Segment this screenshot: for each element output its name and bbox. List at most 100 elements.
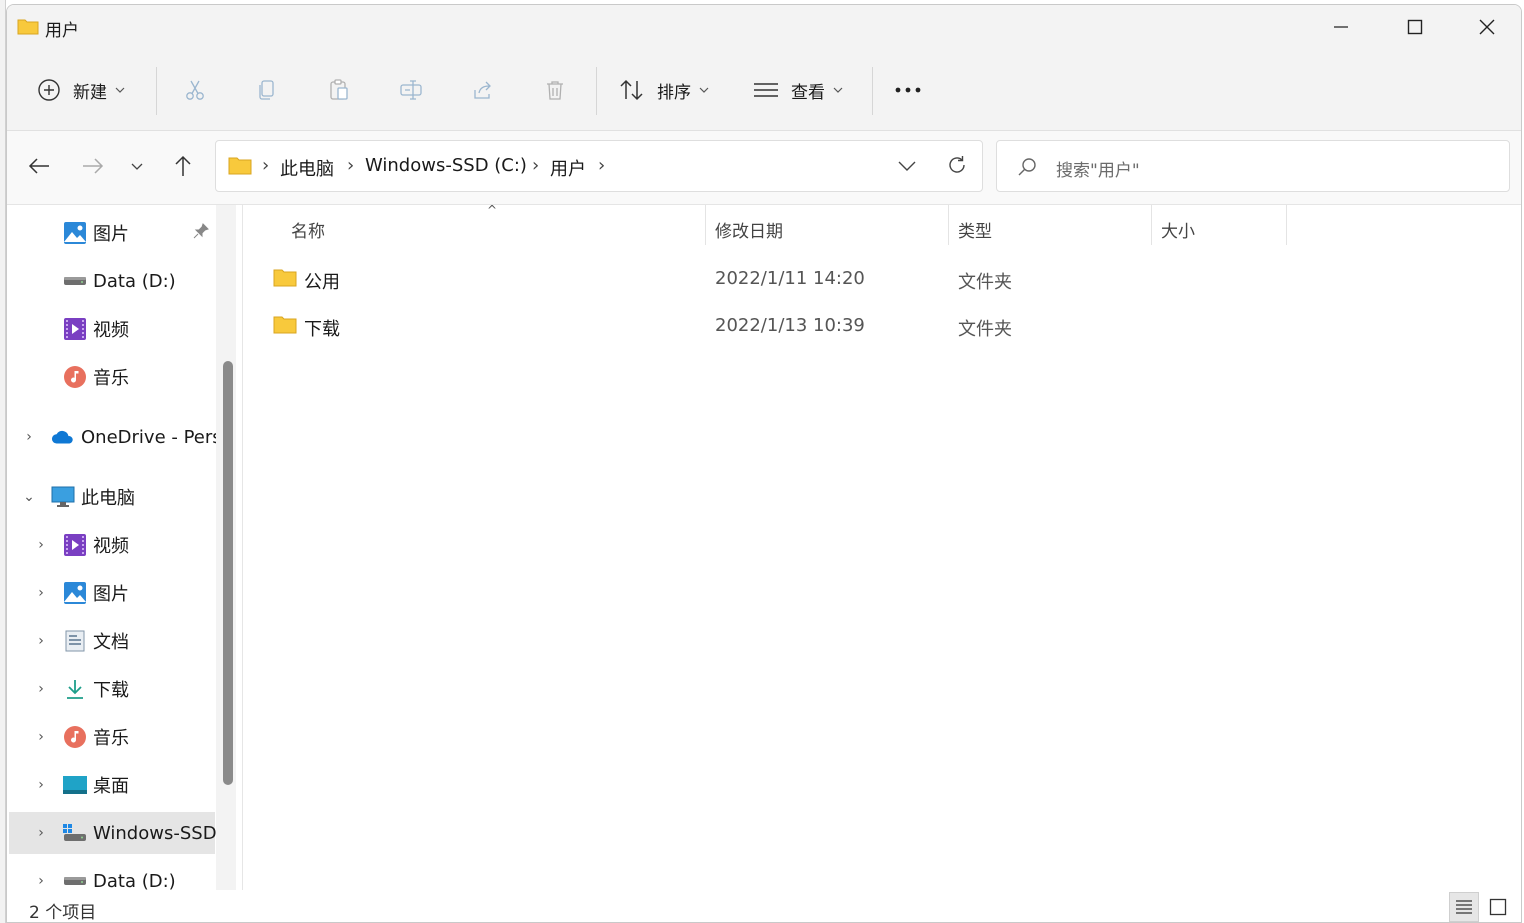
close-button[interactable] bbox=[1452, 5, 1521, 49]
sidebar-item-pc-downloads[interactable]: › 下载 bbox=[33, 668, 129, 710]
paste-button[interactable] bbox=[323, 73, 355, 107]
sidebar-item-pc-videos[interactable]: › 视频 bbox=[33, 524, 129, 566]
file-row[interactable]: 下载 2022/1/13 10:39 文件夹 bbox=[263, 304, 1263, 348]
sidebar-item-pictures[interactable]: 图片 bbox=[63, 212, 129, 254]
folder-icon bbox=[17, 19, 39, 35]
sidebar-item-music[interactable]: 音乐 bbox=[63, 356, 129, 398]
sidebar-item-windows-ssd[interactable]: › Windows-SSD bbox=[9, 812, 217, 854]
chevron-right-icon[interactable]: › bbox=[33, 585, 49, 601]
column-header-type[interactable]: 类型 bbox=[958, 217, 992, 242]
delete-button[interactable] bbox=[539, 73, 571, 107]
back-button[interactable] bbox=[22, 149, 56, 183]
search-box[interactable]: 搜索"用户" bbox=[996, 140, 1510, 192]
share-button[interactable] bbox=[467, 73, 499, 107]
downloads-icon bbox=[63, 677, 87, 701]
copy-icon bbox=[259, 80, 274, 100]
navigation-pane: 图片 Data (D:) 视频 音乐 › OneDrive - Pers ⌄ 此… bbox=[7, 205, 237, 892]
breadcrumb-separator-icon: › bbox=[262, 155, 270, 176]
sidebar-item-label: Data (D:) bbox=[93, 270, 176, 292]
recent-locations-button[interactable] bbox=[120, 149, 154, 183]
file-explorer-window: 用户 新建 排序 查看 › 此电脑 › Windows-SSD (C:) › 用… bbox=[6, 4, 1522, 923]
folder-icon bbox=[273, 269, 297, 287]
chevron-right-icon[interactable]: › bbox=[33, 633, 49, 649]
sort-button[interactable]: 排序 bbox=[619, 70, 709, 110]
arrow-right-icon bbox=[83, 158, 104, 174]
breadcrumb-separator-icon: › bbox=[532, 155, 540, 176]
view-button[interactable]: 查看 bbox=[753, 70, 843, 110]
window-title: 用户 bbox=[45, 21, 79, 41]
minimize-icon bbox=[1334, 26, 1348, 28]
large-icons-view-button[interactable] bbox=[1483, 892, 1513, 922]
share-icon bbox=[474, 81, 491, 99]
column-divider[interactable] bbox=[705, 205, 706, 245]
maximize-button[interactable] bbox=[1380, 5, 1450, 49]
folder-icon bbox=[273, 316, 297, 334]
rename-button[interactable] bbox=[395, 73, 427, 107]
refresh-icon bbox=[949, 156, 965, 173]
address-history-button[interactable] bbox=[898, 157, 916, 176]
sidebar-item-data-drive[interactable]: Data (D:) bbox=[63, 260, 176, 302]
sidebar-item-pc-documents[interactable]: › 文档 bbox=[33, 620, 129, 662]
column-divider[interactable] bbox=[948, 205, 949, 245]
forward-button[interactable] bbox=[76, 149, 110, 183]
item-count: 2 个项目 bbox=[29, 903, 97, 923]
breadcrumb-windows-ssd[interactable]: Windows-SSD (C:) bbox=[365, 155, 527, 176]
chevron-down-icon bbox=[131, 163, 143, 170]
address-bar[interactable]: › 此电脑 › Windows-SSD (C:) › 用户 › bbox=[215, 140, 983, 192]
breadcrumb-users[interactable]: 用户 bbox=[550, 155, 586, 181]
sidebar-item-label: Windows-SSD bbox=[93, 822, 217, 844]
more-icon bbox=[895, 87, 921, 93]
music-icon bbox=[63, 365, 87, 389]
add-circle-icon bbox=[38, 79, 60, 101]
maximize-icon bbox=[1407, 19, 1423, 35]
chevron-down-icon bbox=[699, 87, 709, 93]
chevron-right-icon[interactable]: › bbox=[33, 681, 49, 697]
sidebar-item-label: Data (D:) bbox=[93, 870, 176, 892]
chevron-right-icon[interactable]: › bbox=[33, 873, 49, 889]
breadcrumb-this-pc[interactable]: 此电脑 bbox=[280, 155, 334, 181]
column-header-size[interactable]: 大小 bbox=[1161, 217, 1195, 242]
sidebar-item-label: 音乐 bbox=[93, 368, 129, 389]
chevron-down-icon bbox=[898, 161, 916, 171]
chevron-right-icon[interactable]: › bbox=[21, 429, 37, 445]
cut-button[interactable] bbox=[179, 73, 211, 107]
file-list: 名称 ^ 修改日期 类型 大小 公用 2022/1/11 14:20 文件夹 下… bbox=[243, 203, 1521, 890]
status-bar: 2 个项目 bbox=[7, 890, 1521, 923]
more-options-button[interactable] bbox=[892, 73, 924, 107]
pin-icon[interactable] bbox=[193, 223, 209, 243]
sidebar-scrollbar-thumb[interactable] bbox=[223, 361, 233, 785]
sidebar-item-onedrive[interactable]: › OneDrive - Pers bbox=[21, 416, 216, 458]
breadcrumb-separator-icon: › bbox=[598, 155, 606, 176]
column-divider[interactable] bbox=[1151, 205, 1152, 245]
sidebar-item-this-pc[interactable]: ⌄ 此电脑 bbox=[21, 476, 135, 518]
sort-ascending-icon: ^ bbox=[487, 203, 498, 217]
sidebar-item-label: 此电脑 bbox=[81, 488, 135, 509]
videos-icon bbox=[63, 317, 87, 341]
column-header-modified[interactable]: 修改日期 bbox=[715, 217, 783, 242]
chevron-right-icon[interactable]: › bbox=[33, 537, 49, 553]
command-separator bbox=[156, 67, 157, 115]
up-button[interactable] bbox=[166, 149, 200, 183]
details-view-button[interactable] bbox=[1449, 892, 1479, 922]
column-divider[interactable] bbox=[1286, 205, 1287, 245]
sidebar-item-pc-pictures[interactable]: › 图片 bbox=[33, 572, 129, 614]
chevron-right-icon[interactable]: › bbox=[33, 729, 49, 745]
sidebar-item-label: 视频 bbox=[93, 536, 129, 557]
view-list-icon bbox=[754, 83, 778, 97]
chevron-right-icon[interactable]: › bbox=[33, 777, 49, 793]
documents-icon bbox=[63, 629, 87, 653]
chevron-down-icon[interactable]: ⌄ bbox=[21, 489, 37, 505]
column-header-name[interactable]: 名称 bbox=[291, 217, 325, 242]
file-row[interactable]: 公用 2022/1/11 14:20 文件夹 bbox=[263, 257, 1263, 301]
computer-icon bbox=[51, 485, 75, 509]
copy-button[interactable] bbox=[251, 73, 283, 107]
sidebar-item-pc-desktop[interactable]: › 桌面 bbox=[33, 764, 129, 806]
arrow-up-icon bbox=[175, 155, 191, 176]
new-button[interactable]: 新建 bbox=[37, 70, 125, 110]
sidebar-item-pc-music[interactable]: › 音乐 bbox=[33, 716, 129, 758]
chevron-right-icon[interactable]: › bbox=[33, 825, 49, 841]
sidebar-item-videos[interactable]: 视频 bbox=[63, 308, 129, 350]
refresh-button[interactable] bbox=[946, 154, 968, 180]
minimize-button[interactable] bbox=[1306, 5, 1376, 49]
close-icon bbox=[1479, 19, 1495, 35]
